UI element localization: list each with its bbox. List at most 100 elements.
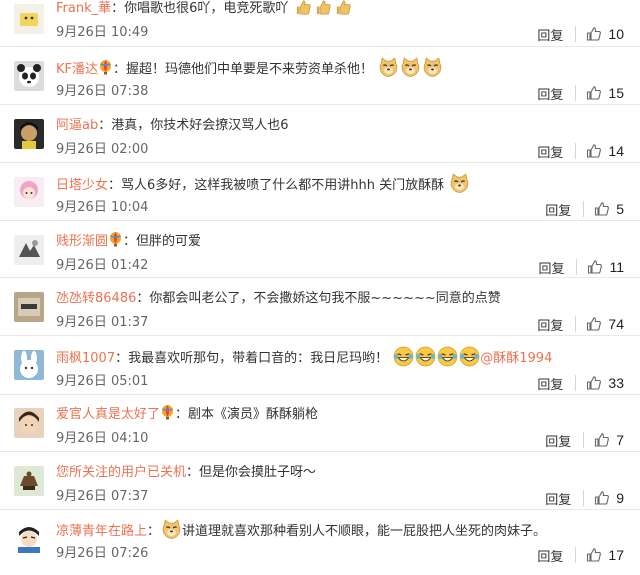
like-button[interactable]: 7 [594,432,624,448]
divider [575,26,577,42]
laugh-cry-emoji [459,346,480,375]
colon: ： [123,234,137,249]
divider [575,316,577,332]
username-link[interactable]: 日塔少女 [56,178,108,193]
comment-time: 9月26日 04:10 [56,431,149,446]
colon: ： [115,351,129,366]
reply-button[interactable]: 回复 [545,200,571,219]
divider [575,85,577,101]
comment-text: 握超！玛德他们中单要是不来劳资单杀他！ [126,62,374,77]
comment-text: 你唱歌也很6吖，电竞死歌吖 [124,1,289,16]
like-count: 9 [616,490,624,506]
like-count: 11 [609,259,624,275]
reply-button[interactable]: 回复 [537,546,563,565]
comment-text: 但胖的可爱 [136,234,202,249]
like-count: 17 [608,547,624,563]
reply-button[interactable]: 回复 [537,315,563,334]
thumbs-up-icon [587,376,602,390]
colon: ： [111,1,125,16]
balloon-badge [99,60,112,83]
reply-button[interactable]: 回复 [537,84,563,103]
username-link[interactable]: 雨枫1007 [56,351,115,366]
reply-button[interactable]: 回复 [537,25,563,44]
colon: ： [98,118,112,133]
username-link[interactable]: Frank_華 [56,1,111,16]
thumbs-up-emoji [334,0,353,25]
thumbs-up-icon [587,144,602,158]
reply-button[interactable]: 回复 [538,258,564,277]
avatar[interactable] [14,177,44,207]
colon: ： [147,524,161,539]
comment-item: Frank_華：你唱歌也很6吖，电竞死歌吖 9月26日 10:49 回复 10 [0,0,640,47]
avatar[interactable] [14,61,44,91]
colon: ： [108,178,122,193]
comment-item: 贱形渐圆 ：但胖的可爱 9月26日 01:42 回复 11 [0,221,640,278]
comment-item: 雨枫1007：我最喜欢听那句，带着口音的：我日尼玛哟！ @酥酥1994 9月26… [0,336,640,395]
avatar[interactable] [14,4,44,34]
doge-emoji [161,519,182,548]
comment-time: 9月26日 01:37 [56,315,149,330]
like-button[interactable]: 74 [586,316,624,332]
comment-time: 9月26日 01:42 [56,258,149,273]
comment-item: KF潘达 ：握超！玛德他们中单要是不来劳资单杀他！ 9月26日 07:38 回复 … [0,47,640,105]
thumbs-up-icon [587,27,602,41]
avatar[interactable] [14,119,44,149]
like-button[interactable]: 33 [586,375,624,391]
comment-text: 讲道理就喜欢那种看别人不顺眼，能一屁股把人坐死的肉妹子。 [182,524,547,539]
avatar[interactable] [14,292,44,322]
comment-time: 9月26日 10:04 [56,200,149,215]
username-link[interactable]: 贱形渐圆 [56,234,108,249]
like-button[interactable]: 14 [586,143,624,159]
username-link[interactable]: 氹氹转86486 [56,291,136,306]
reply-button[interactable]: 回复 [545,431,571,450]
username-link[interactable]: KF潘达 [56,62,98,77]
username-link[interactable]: 阿逼ab [56,118,98,133]
divider [583,490,585,506]
avatar[interactable] [14,466,44,496]
comment-item: 氹氹转86486：你都会叫老公了，不会撒娇这句我不服~~~~~~同意的点赞 9月… [0,278,640,336]
like-count: 10 [608,26,624,42]
comment-text: 你都会叫老公了，不会撒娇这句我不服~~~~~~同意的点赞 [149,291,501,306]
avatar[interactable] [14,523,44,553]
balloon-badge [161,405,174,428]
username-link[interactable]: 爱官人真是太好了 [56,407,160,422]
comment-time: 9月26日 02:00 [56,142,149,157]
comment-text: 但是你会摸肚子呀～ [199,465,317,480]
like-count: 5 [616,201,624,217]
like-button[interactable]: 15 [586,85,624,101]
laugh-cry-emoji [393,346,414,375]
like-button[interactable]: 11 [587,259,624,275]
reply-button[interactable]: 回复 [545,489,571,508]
comment-text: 剧本《演员》酥酥躺枪 [188,407,319,422]
doge-emoji [378,57,399,86]
divider [583,201,585,217]
like-button[interactable]: 10 [586,26,624,42]
comment-time: 9月26日 07:37 [56,489,149,504]
thumbs-up-icon [595,202,610,216]
comment-text: 我最喜欢听那句，带着口音的：我日尼玛哟！ [128,351,389,366]
comment-time: 9月26日 07:38 [56,84,149,99]
avatar[interactable] [14,235,44,265]
like-count: 33 [608,375,624,391]
reply-button[interactable]: 回复 [537,374,563,393]
like-count: 7 [616,432,624,448]
laugh-cry-emoji [437,346,458,375]
thumbs-up-icon [595,491,610,505]
divider [583,432,585,448]
avatar[interactable] [14,350,44,380]
like-button[interactable]: 9 [594,490,624,506]
doge-emoji [422,57,443,86]
reply-button[interactable]: 回复 [537,142,563,161]
doge-emoji [400,57,421,86]
mention-link[interactable]: @酥酥1994 [480,351,552,366]
comment-item: 您所关注的用户已关机：但是你会摸肚子呀～ 9月26日 07:37 回复 9 [0,452,640,510]
avatar[interactable] [14,408,44,438]
username-link[interactable]: 您所关注的用户已关机 [56,465,186,480]
thumbs-up-icon [588,260,603,274]
like-count: 74 [608,316,624,332]
thumbs-up-icon [587,86,602,100]
comment-text: 骂人6多好，这样我被喷了什么都不用讲hhh 关门放酥酥 [121,178,445,193]
like-button[interactable]: 17 [586,547,624,563]
like-button[interactable]: 5 [594,201,624,217]
username-link[interactable]: 凉薄青年在路上 [56,524,147,539]
